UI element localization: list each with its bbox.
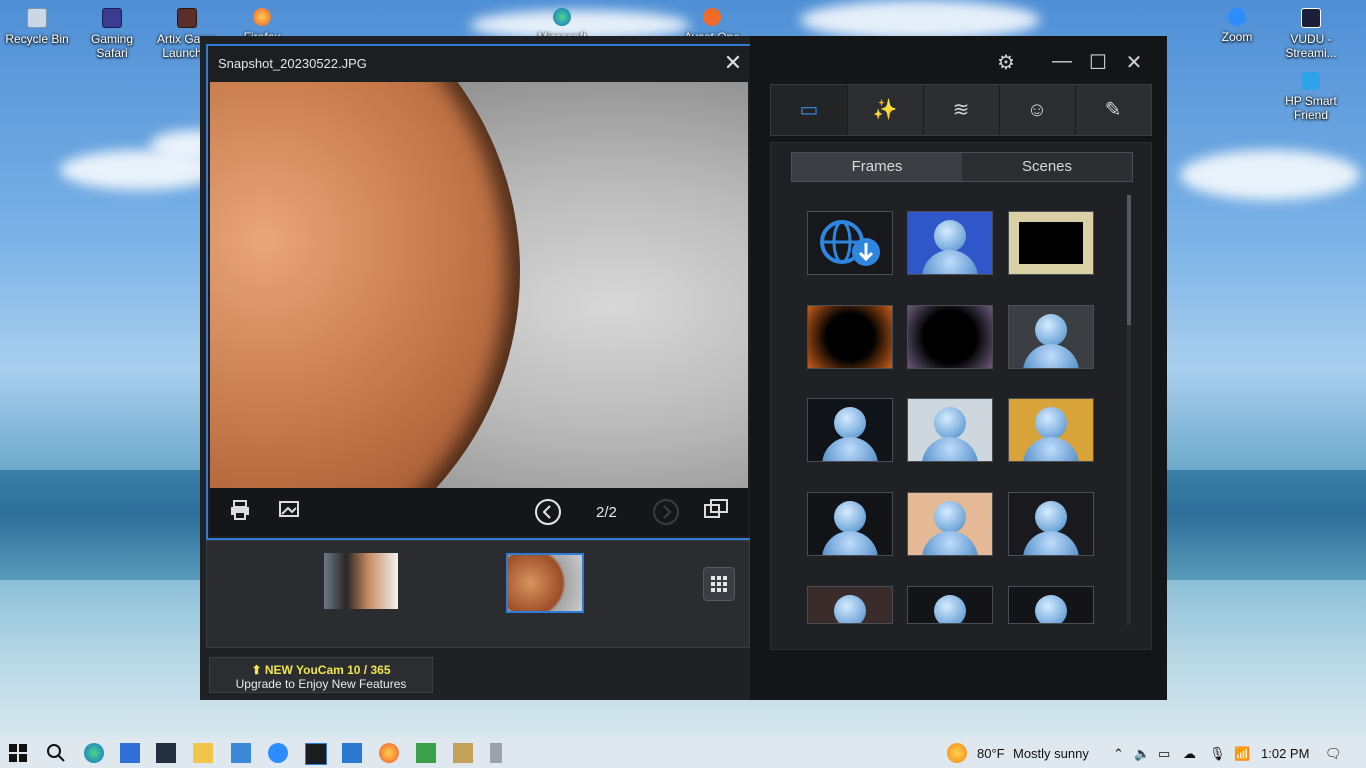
desktop-icon-label: HP Smart Friend xyxy=(1285,94,1337,122)
firefox-icon xyxy=(253,8,271,26)
brush-tool-icon[interactable]: ✎ xyxy=(1075,85,1151,135)
upgrade-promo[interactable]: ⬆ NEW YouCam 10 / 365 Upgrade to Enjoy N… xyxy=(209,657,433,693)
control-panel-icon[interactable] xyxy=(231,743,251,763)
frame-blue-squares[interactable] xyxy=(907,211,993,275)
artix-icon xyxy=(177,8,197,28)
promo-subtitle: Upgrade to Enjoy New Features xyxy=(235,677,407,691)
notification-icon[interactable]: 🗨 xyxy=(1325,746,1342,762)
maximize-icon[interactable]: ☐ xyxy=(1085,50,1111,75)
coin: 2018 D xyxy=(210,82,520,488)
media-icon[interactable] xyxy=(416,743,436,763)
edge-taskbar-icon[interactable] xyxy=(84,743,104,763)
viewer-title: Snapshot_20230522.JPG xyxy=(218,56,367,71)
desktop-icon-vudu[interactable]: VUDU - Streami... xyxy=(1274,8,1348,60)
avast-icon xyxy=(703,8,721,26)
frame-tropical[interactable] xyxy=(1008,398,1094,462)
cloud xyxy=(1180,150,1360,200)
folder-icon[interactable] xyxy=(453,743,473,763)
frame-gifts[interactable] xyxy=(807,398,893,462)
desktop-icon-label: Zoom xyxy=(1221,30,1253,44)
edge-icon xyxy=(553,8,571,26)
usb-icon[interactable] xyxy=(490,743,502,763)
close-app-icon[interactable]: ✕ xyxy=(1121,50,1147,75)
firefox-taskbar-icon[interactable] xyxy=(379,743,399,763)
desktop-icon-hp-smart[interactable]: HP Smart Friend xyxy=(1274,72,1348,122)
frame-cherry-blossom[interactable] xyxy=(1008,492,1094,556)
search-icon[interactable] xyxy=(46,743,66,763)
vudu-icon xyxy=(1301,8,1321,28)
scroll-thumb[interactable] xyxy=(1127,195,1131,325)
frame-bubbles[interactable] xyxy=(807,586,893,624)
mail-icon[interactable] xyxy=(342,743,362,763)
print-icon[interactable] xyxy=(226,498,254,526)
effects-tool-icon[interactable]: ✨ xyxy=(847,85,924,135)
zoom-taskbar-icon[interactable] xyxy=(268,743,288,763)
gaming-safari-icon xyxy=(102,8,122,28)
close-icon[interactable]: ✕ xyxy=(722,52,744,74)
frame-orange-glow[interactable] xyxy=(807,305,893,369)
upgrade-arrow-icon: ⬆ xyxy=(251,663,262,677)
clock[interactable]: 1:02 PM xyxy=(1261,746,1309,761)
desktop-icon-label: VUDU - Streami... xyxy=(1285,32,1337,60)
cloud xyxy=(800,0,1040,40)
desktop-icon-label: Recycle Bin xyxy=(5,32,69,46)
particles-tool-icon[interactable]: ≋ xyxy=(923,85,1000,135)
frames-content: Frames Scenes xyxy=(770,142,1152,650)
zoom-icon xyxy=(1228,8,1246,26)
grid-icon[interactable] xyxy=(703,567,735,601)
youcam-taskbar-icon[interactable] xyxy=(305,743,327,765)
store-icon[interactable] xyxy=(120,743,140,763)
frame-pink-corner[interactable] xyxy=(807,492,893,556)
desktop-icon-gaming-safari[interactable]: Gaming Safari xyxy=(75,8,149,60)
snapshot-image: 2018 D xyxy=(210,82,748,488)
frame-download[interactable] xyxy=(807,211,893,275)
desktop-icon-zoom[interactable]: Zoom xyxy=(1200,8,1274,44)
weather-temp: 80°F xyxy=(977,746,1005,761)
edit-image-icon[interactable] xyxy=(276,498,304,526)
frame-birthday[interactable] xyxy=(907,586,993,624)
cloud-icon[interactable]: ☁ xyxy=(1183,746,1196,762)
previous-icon[interactable] xyxy=(534,498,562,526)
start-icon[interactable] xyxy=(8,743,28,763)
frame-plain[interactable] xyxy=(1008,586,1094,624)
desktop-icon-label: Gaming Safari xyxy=(90,32,134,60)
microphone-icon[interactable]: 🎙 xyxy=(1209,746,1226,762)
thumbnail-1[interactable] xyxy=(324,553,398,609)
frame-gold[interactable] xyxy=(907,492,993,556)
wifi-icon[interactable]: 📶 xyxy=(1234,746,1250,762)
next-icon[interactable] xyxy=(652,498,680,526)
frames-tool-icon[interactable]: ▭ xyxy=(771,85,848,135)
taskbar: 80°F Mostly sunny ⌃ 🔈 ▭ ☁ 🎙 📶 1:02 PM 🗨 xyxy=(0,738,1366,768)
settings-icon[interactable]: ⚙ xyxy=(993,50,1019,75)
amazon-icon[interactable] xyxy=(156,743,176,763)
speaker-icon[interactable]: 🔈 xyxy=(1134,746,1150,762)
tool-tabs: ▭ ✨ ≋ ☺ ✎ xyxy=(770,84,1152,136)
file-explorer-icon[interactable] xyxy=(193,743,213,763)
frame-purple-splash[interactable] xyxy=(907,305,993,369)
thumbnail-strip xyxy=(206,540,750,648)
image-counter: 2/2 xyxy=(596,504,617,521)
recycle-bin-icon xyxy=(27,8,47,28)
tray-chevron-icon[interactable]: ⌃ xyxy=(1113,746,1124,762)
frame-dark-ornate[interactable] xyxy=(1008,211,1094,275)
thumbnail-2[interactable] xyxy=(506,553,584,613)
hp-smart-icon xyxy=(1302,72,1320,90)
frames-scrollbar[interactable] xyxy=(1127,195,1131,625)
restore-window-icon[interactable] xyxy=(702,498,730,526)
frame-polaroid[interactable] xyxy=(907,398,993,462)
promo-title: ⬆ NEW YouCam 10 / 365 xyxy=(251,663,391,677)
battery-icon[interactable]: ▭ xyxy=(1158,746,1170,762)
viewer-toolbar: 2/2 xyxy=(210,488,748,536)
minimize-icon[interactable]: — xyxy=(1049,50,1075,73)
weather-text: Mostly sunny xyxy=(1013,746,1089,761)
weather-icon[interactable] xyxy=(947,743,967,763)
desktop-icon-recycle-bin[interactable]: Recycle Bin xyxy=(0,8,74,46)
photo-viewer: Snapshot_20230522.JPG ✕ 2018 D 2/2 xyxy=(206,44,752,540)
segment-frames[interactable]: Frames xyxy=(792,153,962,181)
segment-control: Frames Scenes xyxy=(791,152,1133,182)
frame-photo-grid[interactable] xyxy=(1008,305,1094,369)
avatar-tool-icon[interactable]: ☺ xyxy=(999,85,1076,135)
segment-scenes[interactable]: Scenes xyxy=(962,153,1132,181)
